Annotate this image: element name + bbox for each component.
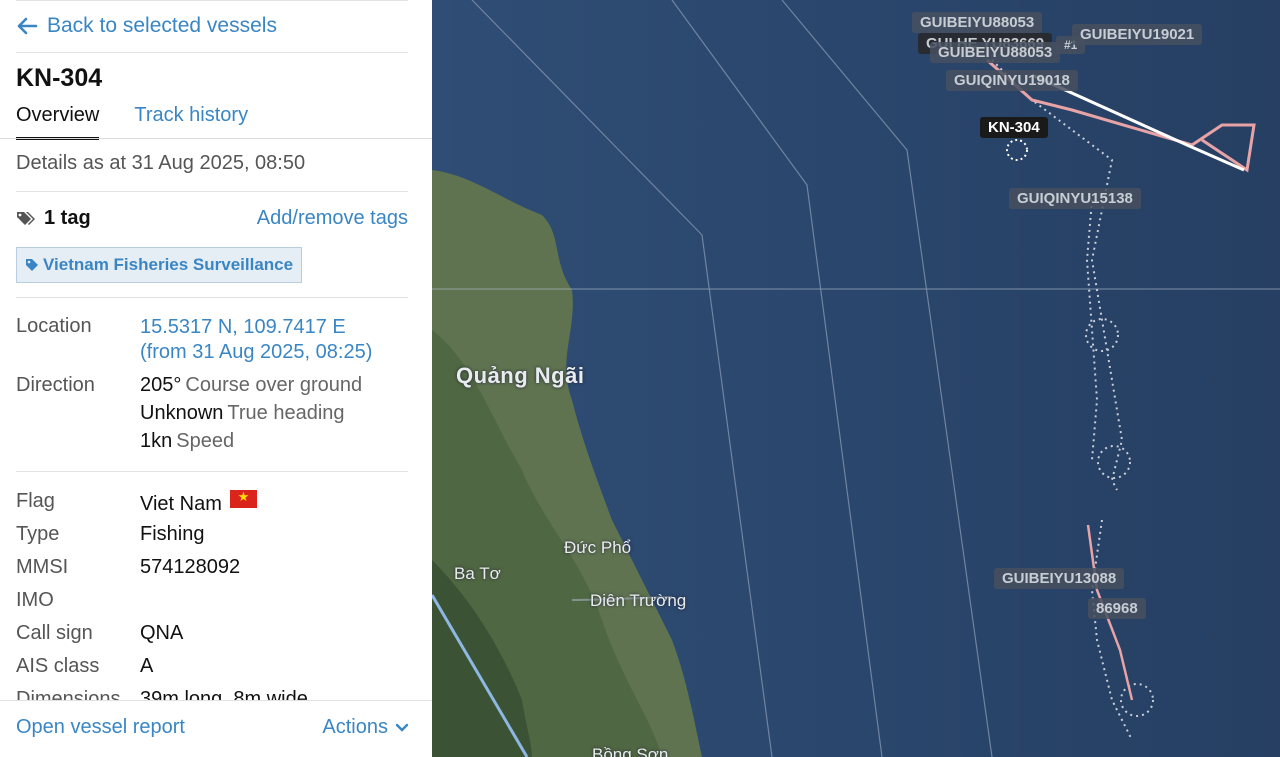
location-timestamp: (from 31 Aug 2025, 08:25) — [140, 341, 373, 363]
ais-class-value: A — [140, 655, 154, 677]
mmsi-value: 574128092 — [140, 556, 241, 578]
flag-label: Flag — [16, 490, 55, 512]
town-label: Diên Trường — [590, 591, 687, 610]
divider — [16, 191, 408, 192]
heading-label: True heading — [227, 402, 345, 424]
chevron-down-icon — [395, 723, 409, 732]
divider — [16, 0, 408, 1]
location-value[interactable]: 15.5317 N, 109.7417 E (from 31 Aug 2025,… — [140, 315, 372, 365]
town-label: Ba Tơ — [454, 564, 501, 583]
open-vessel-report-link[interactable]: Open vessel report — [16, 716, 185, 739]
tag-count: 1 tag — [16, 207, 91, 230]
back-label: Back to selected vessels — [47, 14, 277, 37]
location-label: Location — [16, 315, 92, 337]
vessel-label[interactable]: GUIQINYU15138 — [1009, 188, 1141, 209]
course-label: Course over ground — [185, 374, 363, 396]
tag-count-label: 1 tag — [44, 207, 91, 229]
tabs-divider — [0, 138, 432, 139]
map-view[interactable]: GUIBEIYU88053 GUI HE YU83669 #1 GUIBEIYU… — [432, 0, 1280, 757]
arrow-left-icon — [17, 17, 38, 35]
flag-value: Viet Nam — [140, 493, 222, 515]
type-label: Type — [16, 523, 60, 545]
tab-track-history[interactable]: Track history — [134, 104, 248, 138]
divider — [16, 52, 408, 53]
divider — [16, 471, 408, 472]
actions-dropdown[interactable]: Actions — [322, 716, 410, 739]
imo-label: IMO — [16, 589, 54, 611]
vessel-label-selected[interactable]: KN-304 — [980, 117, 1048, 138]
tags-icon — [17, 211, 35, 225]
divider — [16, 297, 408, 298]
province-label: Quảng Ngãi — [456, 363, 585, 388]
vietnam-flag-icon: ★ — [229, 489, 257, 508]
course-value-row: 205° Course over ground — [140, 374, 362, 397]
flag-value-row: Viet Nam ★ — [140, 489, 257, 516]
town-label: Đức Phổ — [564, 538, 632, 557]
panel-footer: Open vessel report Actions — [0, 700, 432, 757]
vessel-label[interactable]: GUIBEIYU88053 — [912, 12, 1043, 33]
back-link[interactable]: Back to selected vessels — [16, 12, 408, 40]
callsign-value: QNA — [140, 622, 184, 644]
vessel-label[interactable]: GUIBEIYU88053 — [930, 42, 1061, 63]
vessel-label[interactable]: GUIQINYU19018 — [946, 70, 1078, 91]
vessel-details-panel: Back to selected vessels KN-304 Overview… — [0, 0, 432, 757]
speed-value: 1kn — [140, 430, 173, 452]
vessel-label[interactable]: GUIBEIYU19021 — [1072, 24, 1203, 45]
ais-class-label: AIS class — [16, 655, 100, 677]
tab-bar: Overview Track history — [16, 104, 408, 140]
location-coords: 15.5317 N, 109.7417 E — [140, 316, 346, 338]
direction-label: Direction — [16, 374, 95, 396]
course-value: 205° — [140, 374, 182, 396]
town-label: Bồng Sơn — [592, 745, 669, 757]
actions-label: Actions — [322, 716, 388, 738]
callsign-label: Call sign — [16, 622, 93, 644]
mmsi-label: MMSI — [16, 556, 69, 578]
vessel-title: KN-304 — [16, 64, 103, 92]
heading-value: Unknown — [140, 402, 224, 424]
heading-value-row: Unknown True heading — [140, 402, 345, 425]
type-value: Fishing — [140, 523, 205, 545]
tag-chip-label: Vietnam Fisheries Surveillance — [43, 255, 294, 274]
tag-icon — [26, 259, 38, 271]
tab-overview[interactable]: Overview — [16, 104, 100, 140]
vessel-label[interactable]: 86968 — [1088, 598, 1146, 619]
tag-chip[interactable]: Vietnam Fisheries Surveillance — [16, 247, 303, 283]
speed-value-row: 1kn Speed — [140, 430, 234, 453]
vessel-label[interactable]: GUIBEIYU13088 — [994, 568, 1125, 589]
speed-label: Speed — [176, 430, 235, 452]
add-remove-tags-link[interactable]: Add/remove tags — [257, 207, 408, 230]
details-timestamp: Details as at 31 Aug 2025, 08:50 — [16, 152, 306, 174]
tags-row: 1 tag Add/remove tags — [16, 207, 408, 230]
